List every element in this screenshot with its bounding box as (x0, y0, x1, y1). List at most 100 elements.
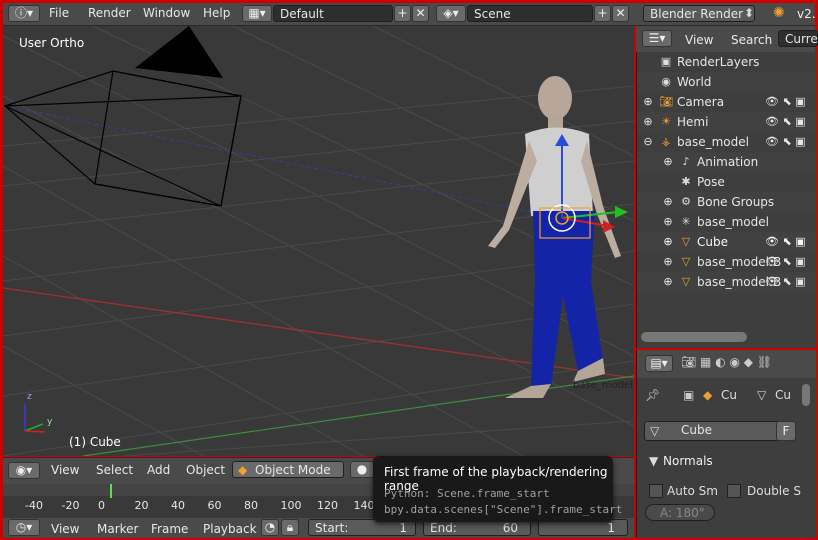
outliner-panel[interactable]: ▣ RenderLayers ◉ World ⊕ 📷︎ Camera 👁︎ ⬉ ▣ ⊕ ☀ Hemi… (636, 26, 816, 348)
menu-timeline-view[interactable]: View (51, 522, 79, 536)
menu-file[interactable]: File (49, 6, 69, 20)
properties-editor-type-button[interactable]: ▤▾ (645, 355, 673, 372)
visibility-toggles-icon[interactable]: 👁︎ ⬉ ▣ (765, 132, 806, 152)
expand-icon[interactable]: ⊕ (661, 255, 675, 269)
outliner-menu-view[interactable]: View (685, 33, 713, 47)
expand-icon[interactable]: ⊕ (641, 95, 655, 109)
normals-panel-title: Normals (663, 454, 713, 468)
menu-window[interactable]: Window (143, 6, 190, 20)
mesh-data-icon: ▽ (650, 424, 660, 438)
outliner-editor-type-button[interactable]: ☰▾ (642, 30, 672, 47)
auto-smooth-checkbox[interactable] (649, 484, 663, 498)
fake-user-button[interactable]: F (776, 421, 796, 441)
viewport-canvas[interactable] (3, 26, 634, 456)
scene-icon[interactable]: ◈▾ (436, 5, 466, 22)
screen-layout-field[interactable]: Default (273, 5, 393, 22)
camera-icon: 📷︎ (659, 95, 673, 108)
mesh-icon: ▽ (681, 255, 691, 268)
properties-panel[interactable]: ▤▾ 📷︎ ▦ ◐ ◉ ◆ ⛓ 📌︎ ▣ ◆ Cu ▽ Cu Cube ▽ F … (636, 350, 816, 538)
outliner-row[interactable]: ✱ Pose (637, 172, 816, 192)
menu-help[interactable]: Help (203, 6, 230, 20)
lock-icon[interactable]: 🔒︎ (281, 519, 299, 536)
top-header-bar: ⓘ▾ File Render Window Help ▦▾ Default + … (3, 3, 816, 26)
delete-scene-button[interactable]: ✕ (612, 5, 629, 22)
outliner-row[interactable]: ⊕ 📷︎ Camera 👁︎ ⬉ ▣ (637, 92, 816, 112)
breadcrumb-object-icon: ◆ (703, 388, 713, 402)
info-editor-type-button[interactable]: ⓘ▾ (8, 5, 40, 22)
expand-icon[interactable]: ⊕ (661, 235, 675, 249)
menu-frame[interactable]: Frame (151, 522, 188, 536)
outliner-row-label: Bone Groups (697, 195, 775, 209)
outliner-row-label: Hemi (677, 115, 709, 129)
visibility-toggles-icon[interactable]: 👁︎ ⬉ ▣ (765, 272, 806, 292)
outliner-row-label: RenderLayers (677, 55, 760, 69)
collapse-icon[interactable]: ⊖ (641, 135, 655, 149)
scene-field[interactable]: Scene (467, 5, 593, 22)
outliner-row[interactable]: ⊕ ▽ base_model:B 👁︎ ⬉ ▣ (637, 252, 816, 272)
expand-icon[interactable]: ⊕ (661, 275, 675, 289)
visibility-toggles-icon[interactable]: 👁︎ ⬉ ▣ (765, 112, 806, 132)
menu-marker[interactable]: Marker (97, 522, 138, 536)
delete-layout-button[interactable]: ✕ (412, 5, 429, 22)
menu-add[interactable]: Add (147, 463, 170, 477)
editor-type-button[interactable]: ◉▾ (8, 462, 40, 479)
timeline-tick-label: 100 (280, 499, 302, 512)
render-layers-icon: ▣ (660, 55, 672, 68)
visibility-toggles-icon[interactable]: 👁︎ ⬉ ▣ (765, 92, 806, 112)
mesh-name-field[interactable]: Cube (644, 421, 796, 441)
properties-scrollbar[interactable] (802, 384, 810, 406)
visibility-toggles-icon[interactable]: 👁︎ ⬉ ▣ (765, 232, 806, 252)
double-sided-checkbox[interactable] (727, 484, 741, 498)
expand-icon[interactable]: ⊕ (661, 155, 675, 169)
outliner-header: ☰▾ View Search Curren (636, 26, 818, 52)
auto-smooth-angle-field[interactable]: A: 180° (645, 504, 715, 521)
menu-view[interactable]: View (51, 463, 79, 477)
expand-icon[interactable]: ⊕ (661, 195, 675, 209)
outliner-row[interactable]: ◉ World (637, 72, 816, 92)
outliner-row[interactable]: ⊖ ⚶ base_model 👁︎ ⬉ ▣ (637, 132, 816, 152)
outliner-row[interactable]: ⊕ ✳ base_model (637, 212, 816, 232)
blender-logo-icon: ✺ (773, 5, 785, 21)
expand-icon[interactable]: ⊕ (661, 215, 675, 229)
menu-select[interactable]: Select (96, 463, 133, 477)
menu-render[interactable]: Render (88, 6, 131, 20)
outliner-row[interactable]: ▣ RenderLayers (637, 52, 816, 72)
frame-start-value: 1 (399, 521, 407, 535)
3d-viewport[interactable]: User Ortho (1) Cube base_model z y (3, 26, 634, 456)
mesh-icon: ▽ (681, 275, 691, 288)
render-engine-select[interactable]: Blender Render (643, 5, 755, 22)
visibility-toggles-icon[interactable]: 👁︎ ⬉ ▣ (765, 252, 806, 272)
outliner-row-label: Cube (697, 235, 728, 249)
display-mode-select[interactable]: Curren (778, 30, 818, 47)
timeline-tick-label: 40 (171, 499, 185, 512)
outliner-row[interactable]: ⊕ ▽ base_model:B 👁︎ ⬉ ▣ (637, 272, 816, 292)
timeline-tick-label: 140 (353, 499, 375, 512)
screen-layout-icon[interactable]: ▦▾ (242, 5, 272, 22)
expand-icon[interactable]: ⊕ (641, 115, 655, 129)
outliner-row[interactable]: ⊕ ⚙ Bone Groups (637, 192, 816, 212)
viewport-shading-icon[interactable]: ● (350, 461, 374, 478)
normals-panel-toggle[interactable]: ▼ (649, 454, 658, 468)
axis-y-label: y (47, 417, 53, 427)
outliner-row-label: Camera (677, 95, 725, 109)
menu-object[interactable]: Object (186, 463, 225, 477)
outliner-row[interactable]: ⊕ ♪ Animation (637, 152, 816, 172)
add-layout-button[interactable]: + (394, 5, 411, 22)
tooltip-path: bpy.data.scenes["Scene"].frame_start (384, 503, 623, 516)
keying-icon[interactable]: ◔ (261, 519, 279, 536)
outliner-menu-search[interactable]: Search (731, 33, 772, 47)
armature-data-icon: ✳ (681, 215, 691, 228)
outliner-row[interactable]: ⊕ ☀ Hemi 👁︎ ⬉ ▣ (637, 112, 816, 132)
outliner-row[interactable]: ⊕ ▽ Cube 👁︎ ⬉ ▣ (637, 232, 816, 252)
outliner-scrollbar[interactable] (641, 332, 747, 342)
breadcrumb-object: Cu (721, 388, 737, 402)
timeline-tick-label: 0 (98, 499, 105, 512)
pin-icon[interactable]: 📌︎ (645, 388, 660, 402)
add-scene-button[interactable]: + (594, 5, 611, 22)
auto-smooth-label: Auto Sm (667, 484, 718, 498)
timeline-editor-type-button[interactable]: ◷▾ (8, 519, 40, 536)
mode-select[interactable]: Object Mode (232, 461, 344, 478)
context-tabs[interactable]: 📷︎ ▦ ◐ ◉ ◆ ⛓ (681, 355, 772, 369)
empty-name-label: base_model (573, 380, 633, 391)
menu-playback[interactable]: Playback (203, 522, 257, 536)
